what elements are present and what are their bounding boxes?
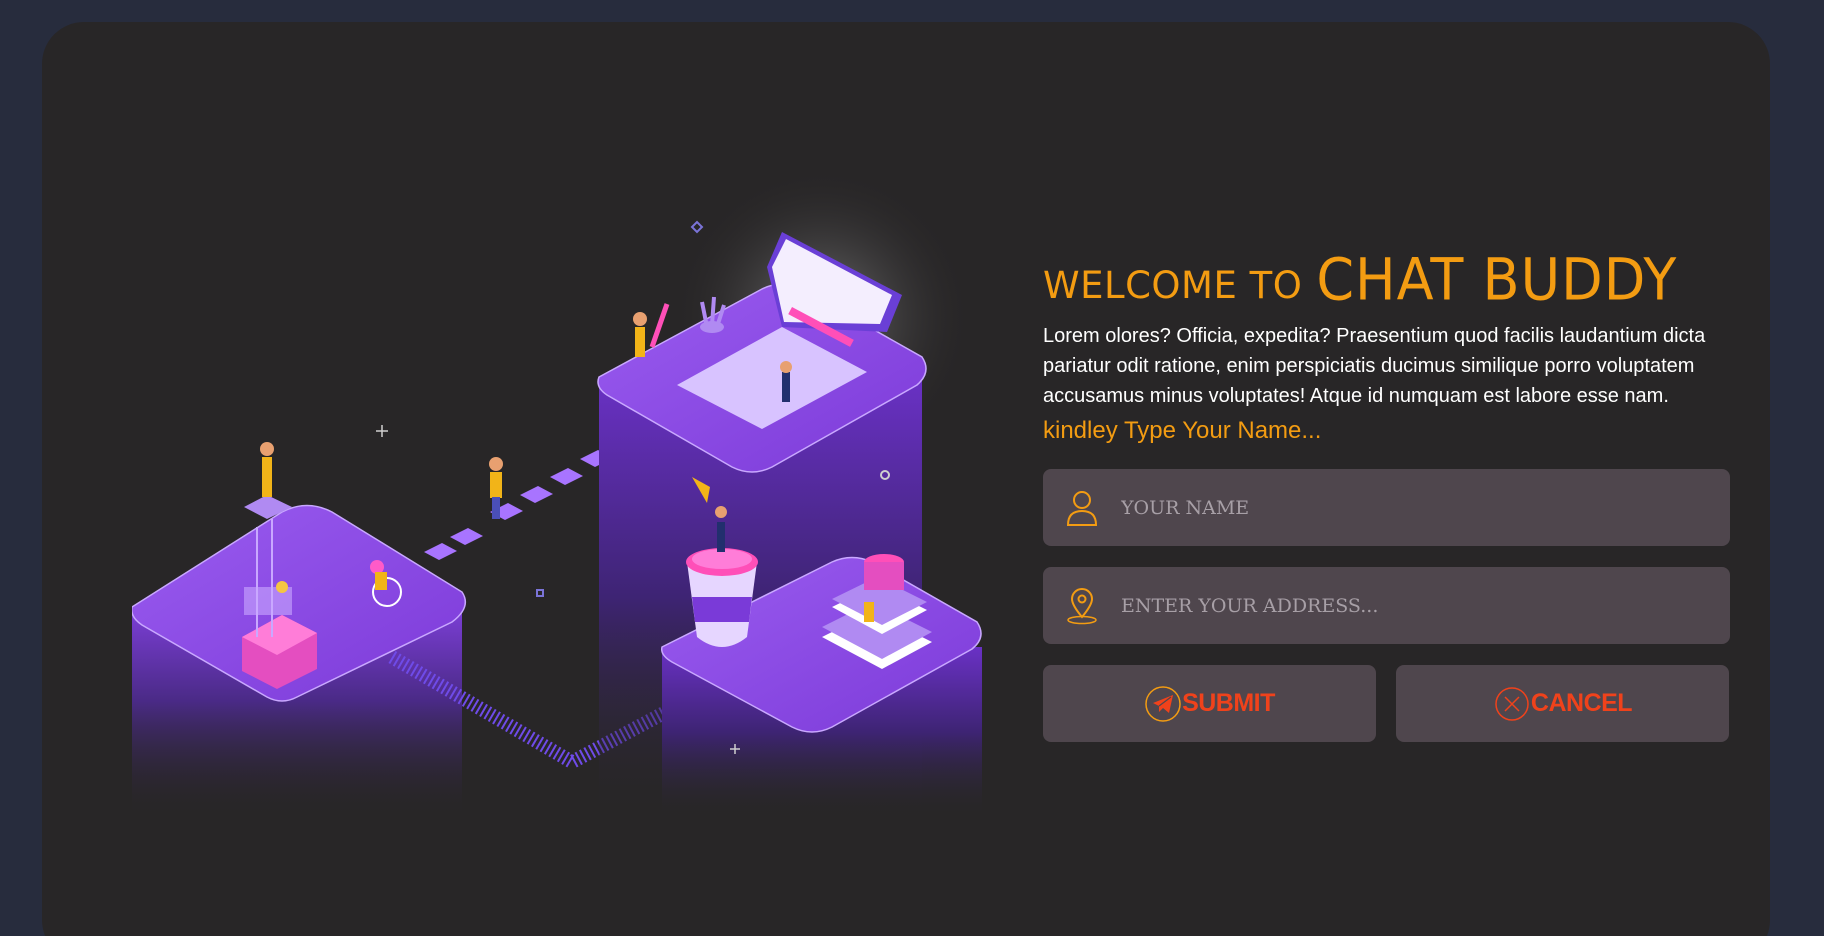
welcome-heading: WELCOME TO CHAT BUDDY — [1043, 245, 1735, 314]
location-pin-icon — [1067, 587, 1097, 624]
user-icon — [1066, 490, 1098, 526]
isometric-teamwork-illustration — [132, 167, 982, 817]
brand-name: CHAT BUDDY — [1316, 245, 1678, 314]
send-icon — [1145, 685, 1181, 722]
name-field — [1043, 469, 1730, 546]
address-input[interactable] — [1121, 594, 1701, 617]
address-field — [1043, 567, 1730, 644]
submit-button[interactable]: SUBMIT — [1043, 665, 1376, 742]
main-card: WELCOME TO CHAT BUDDY Lorem olores? Offi… — [42, 22, 1770, 936]
submit-label: SUBMIT — [1182, 689, 1275, 717]
description-text: Lorem olores? Officia, expedita? Praesen… — [1043, 325, 1706, 407]
cancel-label: CANCEL — [1530, 689, 1633, 717]
name-input[interactable] — [1121, 496, 1701, 519]
action-buttons: SUBMIT CANCEL — [1043, 665, 1735, 742]
login-panel: WELCOME TO CHAT BUDDY Lorem olores? Offi… — [1043, 245, 1735, 742]
close-circle-icon — [1495, 686, 1529, 721]
welcome-prefix: WELCOME TO — [1043, 264, 1303, 307]
name-prompt: kindley Type Your Name... — [1043, 417, 1322, 444]
cancel-button[interactable]: CANCEL — [1396, 665, 1729, 742]
